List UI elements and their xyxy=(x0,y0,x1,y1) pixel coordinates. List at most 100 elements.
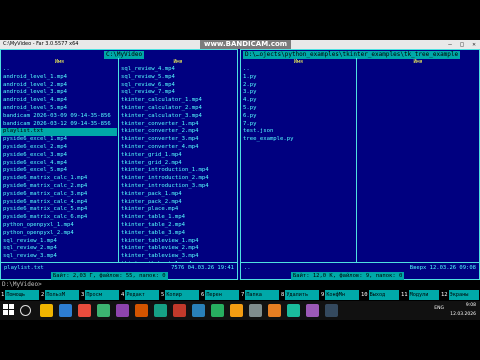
file-item[interactable]: pyside6_matrix_calc_3.mp4 xyxy=(1,191,117,199)
file-item[interactable]: pyside6_excel_1.mp4 xyxy=(1,136,117,144)
left-panel-path[interactable]: C:\MyVideo xyxy=(104,51,145,59)
file-item[interactable]: tkinter_calculator_2.mp4 xyxy=(119,105,237,113)
file-item[interactable]: sql_review_3.mp4 xyxy=(1,253,117,261)
fkey-7[interactable]: 7 Папка xyxy=(240,290,279,300)
file-item[interactable]: .. xyxy=(241,66,355,74)
taskbar-app-icon[interactable] xyxy=(230,304,243,317)
file-item[interactable]: tkinter_pack_1.mp4 xyxy=(119,191,237,199)
fkey-6[interactable]: 6 Перен xyxy=(200,290,239,300)
right-panel-path[interactable]: D:\…ojects\python_examples\tkinter_examp… xyxy=(243,51,461,59)
file-item[interactable]: tkinter_place.mp4 xyxy=(119,206,237,214)
taskbar-app-icon[interactable] xyxy=(40,304,53,317)
file-item[interactable]: pyside6_matrix_calc_4.mp4 xyxy=(1,199,117,207)
file-item[interactable]: tkinter_table_2.mp4 xyxy=(119,222,237,230)
file-item[interactable]: pyside6_matrix_calc_2.mp4 xyxy=(1,183,117,191)
file-item[interactable]: tkinter_tableview_3.mp4 xyxy=(119,253,237,261)
taskbar-app-icon[interactable] xyxy=(116,304,129,317)
file-item[interactable]: pyside6_matrix_calc_6.mp4 xyxy=(1,214,117,222)
taskbar-app-icon[interactable] xyxy=(173,304,186,317)
taskbar-app-icon[interactable] xyxy=(154,304,167,317)
file-item[interactable]: sql_review_5.mp4 xyxy=(119,74,237,82)
file-item[interactable]: 3.py xyxy=(241,89,355,97)
file-item[interactable]: pyside6_matrix_calc_5.mp4 xyxy=(1,206,117,214)
fkey-8[interactable]: 8 Удалить xyxy=(280,290,319,300)
fkey-12[interactable]: 12 Экраны xyxy=(440,290,479,300)
file-item[interactable]: tkinter_calculator_3.mp4 xyxy=(119,113,237,121)
close-button[interactable]: ✕ xyxy=(468,40,480,49)
search-icon[interactable] xyxy=(20,305,31,316)
file-item[interactable]: playlist.txt xyxy=(1,128,117,137)
taskbar-app-icon[interactable] xyxy=(135,304,148,317)
file-item[interactable]: bandicam 2026-03-12 09-14-35-856 xyxy=(1,121,117,129)
fkey-11[interactable]: 11 Модули xyxy=(400,290,439,300)
file-item[interactable]: tkinter_tableview_2.mp4 xyxy=(119,245,237,253)
fkey-4[interactable]: 4 Редакт xyxy=(120,290,159,300)
file-item[interactable]: sql_review_4.mp4 xyxy=(119,66,237,74)
file-item[interactable]: 1.py xyxy=(241,74,355,82)
file-item[interactable]: tkinter_grid_2.mp4 xyxy=(119,160,237,168)
file-item[interactable]: 4.py xyxy=(241,97,355,105)
file-item[interactable]: tkinter_converter_2.mp4 xyxy=(119,128,237,136)
file-item[interactable]: tkinter_introduction_3.mp4 xyxy=(119,183,237,191)
file-item[interactable]: tree_example.py xyxy=(241,136,355,144)
taskbar-app-icon[interactable] xyxy=(249,304,262,317)
file-item[interactable]: 6.py xyxy=(241,113,355,121)
system-tray[interactable]: 9:08 12.03.2026 xyxy=(450,301,476,320)
fkey-9[interactable]: 9 КонфМн xyxy=(320,290,359,300)
fkey-1[interactable]: 1 Помощь xyxy=(0,290,39,300)
file-item[interactable]: tkinter_converter_4.mp4 xyxy=(119,144,237,152)
taskbar-app-icon[interactable] xyxy=(287,304,300,317)
language-indicator[interactable]: ENG xyxy=(434,306,444,311)
file-item[interactable]: sql_review_1.mp4 xyxy=(1,238,117,246)
file-item[interactable]: tkinter_converter_3.mp4 xyxy=(119,136,237,144)
fkey-5[interactable]: 5 Копир xyxy=(160,290,199,300)
taskbar-app-icon[interactable] xyxy=(97,304,110,317)
taskbar-app-icon[interactable] xyxy=(211,304,224,317)
file-item[interactable]: bandicam 2026-03-09 09-14-35-856 xyxy=(1,113,117,121)
taskbar-app-icon[interactable] xyxy=(306,304,319,317)
file-item[interactable]: sql_review_7.mp4 xyxy=(119,89,237,97)
file-item[interactable]: tkinter_introduction_1.mp4 xyxy=(119,167,237,175)
taskbar-app-icon[interactable] xyxy=(192,304,205,317)
file-item[interactable]: tkinter_tableview_1.mp4 xyxy=(119,238,237,246)
file-item[interactable]: pyside6_excel_2.mp4 xyxy=(1,144,117,152)
taskbar-app-icon[interactable] xyxy=(325,304,338,317)
command-line[interactable]: D:\MyVideo> xyxy=(0,280,480,289)
file-item[interactable]: tkinter_converter_1.mp4 xyxy=(119,121,237,129)
file-item[interactable]: android_level_4.mp4 xyxy=(1,97,117,105)
file-item[interactable]: pyside6_matrix_calc_1.mp4 xyxy=(1,175,117,183)
minimize-button[interactable]: — xyxy=(444,40,456,49)
right-panel[interactable]: D:\…ojects\python_examples\tkinter_examp… xyxy=(240,49,480,280)
file-item[interactable]: python_openpyxl_1.mp4 xyxy=(1,222,117,230)
fkey-3[interactable]: 3 Просм xyxy=(80,290,119,300)
file-item[interactable]: android_level_5.mp4 xyxy=(1,105,117,113)
file-item[interactable]: sql_review_2.mp4 xyxy=(1,245,117,253)
file-item[interactable]: python_openpyxl_2.mp4 xyxy=(1,230,117,238)
file-item[interactable]: tkinter_table_3.mp4 xyxy=(119,230,237,238)
taskbar-app-icon[interactable] xyxy=(59,304,72,317)
file-item[interactable]: pyside6_excel_5.mp4 xyxy=(1,167,117,175)
file-item[interactable]: pyside6_excel_4.mp4 xyxy=(1,160,117,168)
file-item[interactable]: .. xyxy=(1,66,117,74)
file-item[interactable]: 7.py xyxy=(241,121,355,129)
file-item[interactable]: sql_review_6.mp4 xyxy=(119,82,237,90)
maximize-button[interactable]: □ xyxy=(456,40,468,49)
file-item[interactable]: android_level_1.mp4 xyxy=(1,74,117,82)
file-item[interactable]: pyside6_excel_3.mp4 xyxy=(1,152,117,160)
windows-start-icon[interactable] xyxy=(3,304,16,317)
file-item[interactable]: android_level_2.mp4 xyxy=(1,82,117,90)
file-item[interactable]: tkinter_table_1.mp4 xyxy=(119,214,237,222)
fkey-10[interactable]: 10 Выход xyxy=(360,290,399,300)
left-panel[interactable]: C:\MyVideo Имя Имя .. android_level_1.mp4… xyxy=(0,49,238,280)
taskbar-app-icon[interactable] xyxy=(78,304,91,317)
taskbar-app-icon[interactable] xyxy=(268,304,281,317)
file-item[interactable]: 2.py xyxy=(241,82,355,90)
file-item[interactable]: tkinter_pack_2.mp4 xyxy=(119,199,237,207)
file-item[interactable]: 5.py xyxy=(241,105,355,113)
fkey-2[interactable]: 2 ПользМ xyxy=(40,290,79,300)
file-item[interactable]: test.json xyxy=(241,128,355,136)
file-item[interactable]: android_level_3.mp4 xyxy=(1,89,117,97)
file-item[interactable]: tkinter_introduction_2.mp4 xyxy=(119,175,237,183)
file-item[interactable]: tkinter_calculator_1.mp4 xyxy=(119,97,237,105)
file-item[interactable]: tkinter_grid_1.mp4 xyxy=(119,152,237,160)
